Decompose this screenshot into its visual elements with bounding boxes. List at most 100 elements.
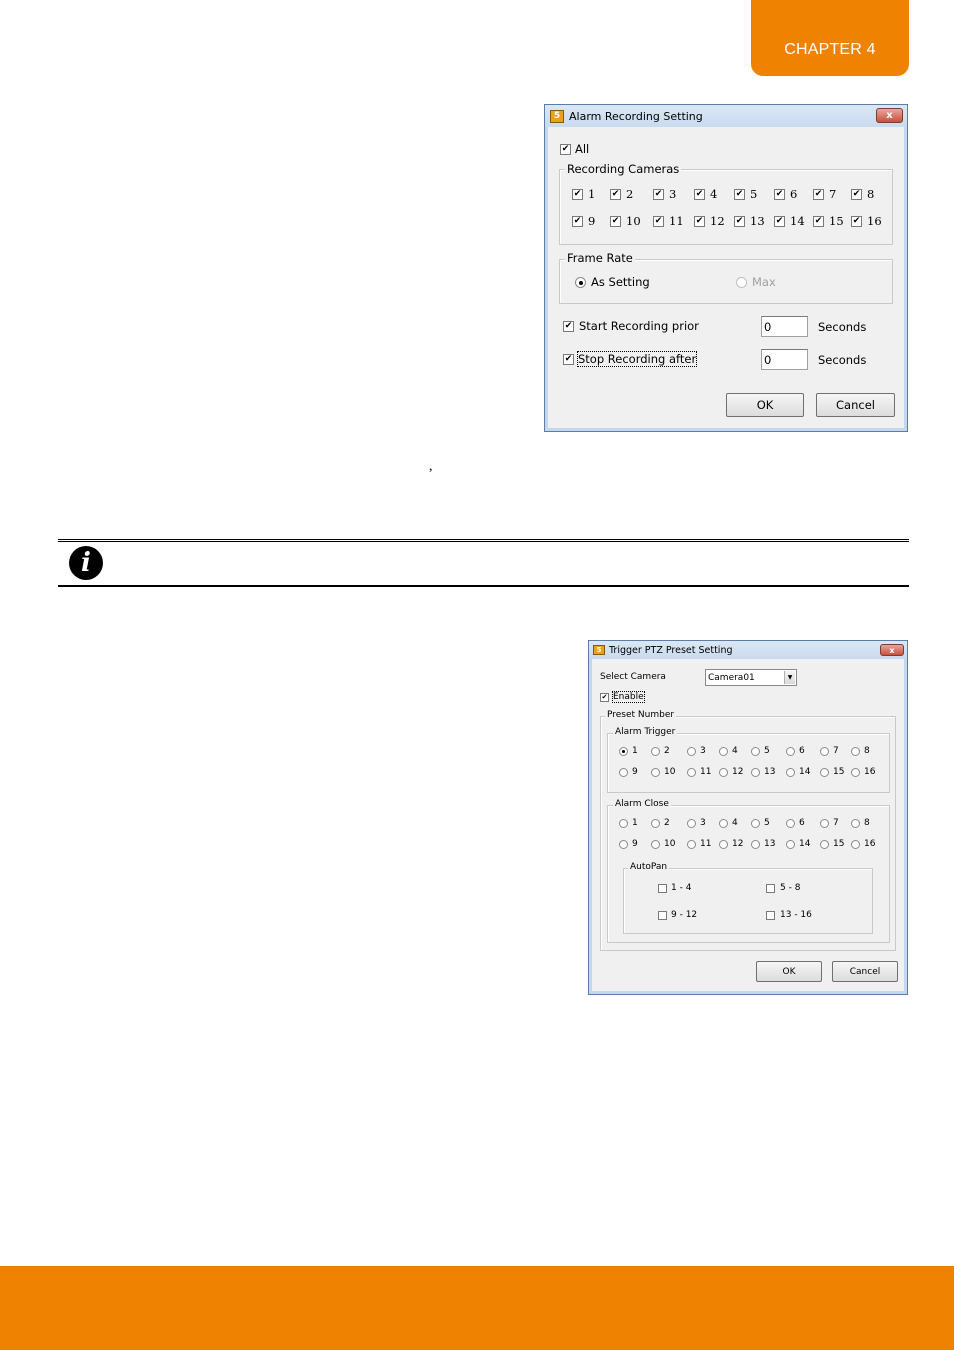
alarm-close-8-radio[interactable] — [851, 819, 860, 828]
all-checkbox[interactable]: ✔ — [560, 144, 571, 155]
cancel-button[interactable]: Cancel — [816, 393, 895, 417]
alarm-recording-dialog: 5 Alarm Recording Setting x ✔ All Record… — [544, 104, 908, 432]
camera-16-label: 16 — [867, 214, 882, 228]
alarm-close-7-label: 7 — [833, 818, 839, 828]
autopan-1-4-checkbox[interactable] — [658, 884, 667, 893]
alarm-close-6-radio[interactable] — [786, 819, 795, 828]
alarm-trigger-13-radio[interactable] — [751, 768, 760, 777]
alarm-trigger-4-radio[interactable] — [719, 747, 728, 756]
stop-recording-after-unit: Seconds — [818, 353, 867, 367]
max-label: Max — [752, 275, 776, 289]
camera-12-checkbox[interactable]: ✔ — [694, 216, 705, 227]
alarm-trigger-3-label: 3 — [700, 746, 706, 756]
alarm-trigger-11-radio[interactable] — [687, 768, 696, 777]
alarm-close-15-label: 15 — [833, 839, 845, 849]
camera-7-checkbox[interactable]: ✔ — [813, 189, 824, 200]
camera-select[interactable]: Camera01 ▼ — [705, 669, 797, 686]
alarm-trigger-15-label: 15 — [833, 767, 845, 777]
ok-label: OK — [782, 966, 796, 977]
chapter-tab: CHAPTER 4 — [751, 0, 909, 76]
alarm-close-16-radio[interactable] — [851, 840, 860, 849]
autopan-13-16-checkbox[interactable] — [766, 911, 775, 920]
alarm-close-10-label: 10 — [664, 839, 676, 849]
alarm-close-label: Alarm Close — [613, 799, 671, 809]
alarm-trigger-6-radio[interactable] — [786, 747, 795, 756]
ok-button[interactable]: OK — [726, 393, 804, 417]
alarm-close-14-label: 14 — [799, 839, 811, 849]
alarm-close-4-radio[interactable] — [719, 819, 728, 828]
alarm-trigger-2-radio[interactable] — [651, 747, 660, 756]
alarm-trigger-8-radio[interactable] — [851, 747, 860, 756]
alarm-close-9-radio[interactable] — [619, 840, 628, 849]
title-bar[interactable]: 5 Alarm Recording Setting x — [545, 105, 907, 127]
dialog-body: ✔ All Recording Cameras Frame Rate As Se… — [549, 127, 903, 427]
alarm-close-12-radio[interactable] — [719, 840, 728, 849]
camera-16-checkbox[interactable]: ✔ — [851, 216, 862, 227]
alarm-close-15-radio[interactable] — [820, 840, 829, 849]
close-button[interactable]: x — [876, 108, 903, 123]
alarm-close-5-radio[interactable] — [751, 819, 760, 828]
camera-10-checkbox[interactable]: ✔ — [610, 216, 621, 227]
camera-9-checkbox[interactable]: ✔ — [572, 216, 583, 227]
alarm-trigger-16-label: 16 — [864, 767, 876, 777]
alarm-close-14-radio[interactable] — [786, 840, 795, 849]
camera-4-checkbox[interactable]: ✔ — [694, 189, 705, 200]
alarm-trigger-16-radio[interactable] — [851, 768, 860, 777]
close-icon: x — [886, 110, 893, 121]
camera-3-label: 3 — [669, 187, 677, 201]
dropdown-arrow-icon[interactable]: ▼ — [784, 671, 795, 684]
alarm-trigger-2-label: 2 — [664, 746, 670, 756]
stop-recording-after-checkbox[interactable]: ✔ — [563, 354, 574, 365]
alarm-trigger-9-radio[interactable] — [619, 768, 628, 777]
preset-number-label: Preset Number — [605, 710, 677, 720]
recording-cameras-group — [559, 169, 893, 245]
max-radio[interactable] — [736, 277, 747, 288]
camera-5-checkbox[interactable]: ✔ — [734, 189, 745, 200]
as-setting-radio[interactable] — [575, 277, 586, 288]
close-button[interactable]: x — [880, 644, 904, 656]
check-mark-icon: ✔ — [564, 321, 573, 331]
autopan-5-8-checkbox[interactable] — [766, 884, 775, 893]
title-bar[interactable]: 5 Trigger PTZ Preset Setting x — [589, 641, 907, 659]
check-mark-icon: ✔ — [611, 216, 620, 226]
info-glyph: i — [81, 548, 91, 578]
camera-11-label: 11 — [669, 214, 684, 228]
check-mark-icon: ✔ — [735, 216, 744, 226]
alarm-close-13-radio[interactable] — [751, 840, 760, 849]
alarm-trigger-7-radio[interactable] — [820, 747, 829, 756]
stop-recording-after-input[interactable]: 0 — [761, 349, 808, 370]
camera-2-checkbox[interactable]: ✔ — [610, 189, 621, 200]
alarm-trigger-3-radio[interactable] — [687, 747, 696, 756]
alarm-close-11-radio[interactable] — [687, 840, 696, 849]
autopan-9-12-label: 9 - 12 — [671, 910, 698, 920]
camera-8-checkbox[interactable]: ✔ — [851, 189, 862, 200]
ok-button[interactable]: OK — [756, 961, 822, 982]
start-recording-prior-input[interactable]: 0 — [761, 316, 808, 337]
alarm-close-1-radio[interactable] — [619, 819, 628, 828]
camera-3-checkbox[interactable]: ✔ — [653, 189, 664, 200]
enable-checkbox[interactable]: ✔ — [600, 693, 609, 702]
alarm-trigger-10-radio[interactable] — [651, 768, 660, 777]
alarm-trigger-1-radio[interactable] — [619, 747, 628, 756]
camera-1-checkbox[interactable]: ✔ — [572, 189, 583, 200]
camera-6-checkbox[interactable]: ✔ — [774, 189, 785, 200]
camera-14-checkbox[interactable]: ✔ — [774, 216, 785, 227]
cancel-button[interactable]: Cancel — [832, 961, 898, 982]
camera-13-checkbox[interactable]: ✔ — [734, 216, 745, 227]
autopan-9-12-checkbox[interactable] — [658, 911, 667, 920]
alarm-close-1-label: 1 — [632, 818, 638, 828]
alarm-close-7-radio[interactable] — [820, 819, 829, 828]
alarm-close-2-radio[interactable] — [651, 819, 660, 828]
alarm-trigger-4-label: 4 — [732, 746, 738, 756]
start-recording-prior-checkbox[interactable]: ✔ — [563, 321, 574, 332]
alarm-close-10-radio[interactable] — [651, 840, 660, 849]
alarm-trigger-14-radio[interactable] — [786, 768, 795, 777]
camera-15-checkbox[interactable]: ✔ — [813, 216, 824, 227]
camera-11-checkbox[interactable]: ✔ — [653, 216, 664, 227]
autopan-5-8-label: 5 - 8 — [780, 883, 801, 893]
alarm-trigger-5-radio[interactable] — [751, 747, 760, 756]
alarm-trigger-12-radio[interactable] — [719, 768, 728, 777]
alarm-close-3-radio[interactable] — [687, 819, 696, 828]
alarm-trigger-15-radio[interactable] — [820, 768, 829, 777]
info-icon: i — [69, 546, 103, 580]
